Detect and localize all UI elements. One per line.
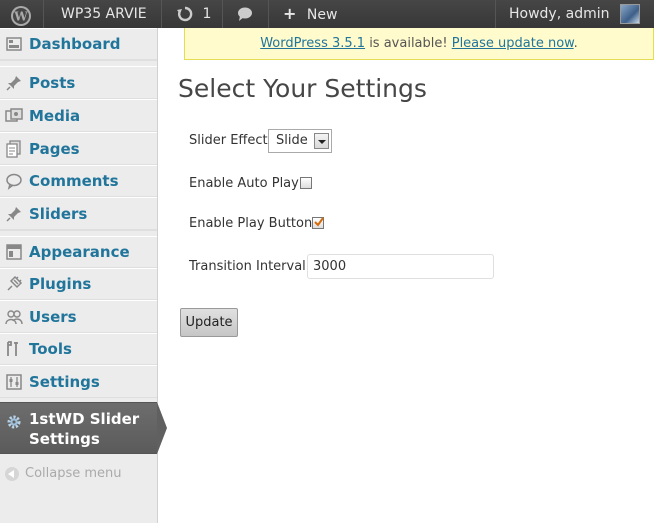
gear-icon — [5, 413, 23, 431]
plugins-icon — [5, 275, 23, 293]
slider-effect-select[interactable]: Slide — [268, 129, 332, 153]
user-avatar-icon[interactable] — [620, 4, 640, 24]
pushpin-icon — [5, 205, 23, 223]
comment-bubble-icon — [238, 7, 252, 21]
new-label: New — [306, 7, 338, 23]
collapse-menu-button[interactable]: Collapse menu — [5, 466, 122, 481]
svg-text:W: W — [13, 9, 28, 23]
collapse-label: Collapse menu — [25, 466, 122, 481]
nag-middle-text: is available! — [365, 36, 452, 51]
wordpress-logo-icon[interactable]: W — [10, 0, 32, 28]
menu-settings[interactable]: Settings — [0, 365, 157, 398]
menu-comments-label: Comments — [29, 172, 119, 190]
admin-bar: W WP35 ARVIE 1 + New Howdy, admin — [0, 0, 654, 28]
auto-play-checkbox[interactable] — [300, 177, 312, 189]
site-name-link[interactable]: WP35 ARVIE — [61, 0, 147, 28]
dashboard-icon — [5, 35, 23, 53]
menu-media[interactable]: Media — [0, 99, 157, 132]
nag-end-text: . — [573, 36, 578, 51]
slider-effect-label: Slider Effect — [189, 133, 268, 148]
menu-current-label-line1: 1stWD Slider — [29, 410, 140, 428]
pushpin-icon — [5, 74, 23, 92]
menu-posts[interactable]: Posts — [0, 66, 157, 99]
updates-link[interactable]: 1 — [176, 0, 211, 28]
menu-tools-label: Tools — [29, 340, 72, 358]
menu-plugins[interactable]: Plugins — [0, 268, 157, 300]
updates-refresh-icon — [177, 6, 193, 22]
menu-settings-label: Settings — [29, 372, 100, 391]
menu-appearance[interactable]: Appearance — [0, 236, 157, 268]
menu-dashboard-label: Dashboard — [29, 35, 121, 53]
collapse-arrow-icon — [5, 466, 19, 481]
appearance-icon — [5, 243, 23, 261]
menu-users-label: Users — [29, 307, 77, 326]
menu-sliders[interactable]: Sliders — [0, 197, 157, 230]
version-link[interactable]: WordPress 3.5.1 — [260, 36, 365, 51]
plus-icon: + — [283, 4, 297, 23]
howdy-text: Howdy, admin — [509, 6, 610, 22]
comments-link[interactable] — [236, 0, 254, 28]
auto-play-label: Enable Auto Play — [189, 176, 299, 191]
interval-label: Transition Interval — [189, 259, 306, 274]
please-update-link[interactable]: Please update now — [452, 36, 574, 51]
my-account-link[interactable]: Howdy, admin — [509, 0, 609, 28]
menu-sliders-label: Sliders — [29, 204, 88, 223]
comments-icon — [5, 172, 23, 190]
pages-icon — [5, 139, 23, 158]
menu-comments[interactable]: Comments — [0, 165, 157, 197]
menu-current-label-line2: Settings — [29, 430, 100, 448]
menu-media-label: Media — [29, 106, 81, 125]
chevron-down-icon — [314, 133, 329, 149]
updates-count: 1 — [202, 6, 212, 22]
transition-interval-input[interactable]: 3000 — [307, 254, 494, 279]
tools-icon — [5, 340, 23, 358]
menu-plugins-label: Plugins — [29, 275, 92, 293]
menu-posts-label: Posts — [29, 73, 76, 92]
checkmark-icon — [314, 217, 324, 227]
menu-pages-label: Pages — [29, 139, 80, 158]
page-title: Select Your Settings — [178, 74, 427, 103]
new-content-link[interactable]: + New — [283, 0, 337, 28]
menu-dashboard[interactable]: Dashboard — [0, 28, 157, 60]
update-button[interactable]: Update — [180, 308, 238, 337]
users-icon — [5, 308, 23, 326]
menu-pages[interactable]: Pages — [0, 132, 157, 165]
menu-1stwd-slider-settings[interactable]: 1stWD Slider Settings — [0, 402, 157, 454]
settings-icon — [5, 373, 23, 391]
update-nag: WordPress 3.5.1 is available! Please upd… — [184, 28, 654, 60]
play-button-checkbox[interactable] — [312, 217, 324, 229]
menu-users[interactable]: Users — [0, 300, 157, 333]
media-icon — [5, 107, 23, 125]
current-menu-arrow — [157, 402, 167, 454]
menu-tools[interactable]: Tools — [0, 333, 157, 365]
menu-current-label: 1stWD Slider Settings — [29, 409, 139, 449]
play-button-label: Enable Play Button — [189, 216, 313, 231]
menu-appearance-label: Appearance — [29, 243, 130, 261]
slider-effect-value: Slide — [276, 133, 308, 148]
